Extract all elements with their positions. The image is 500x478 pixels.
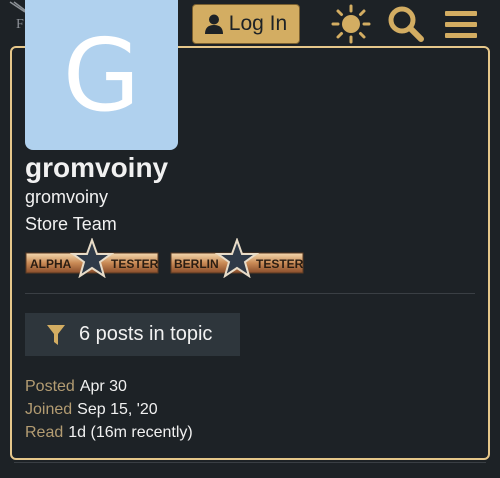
sun-icon[interactable] bbox=[331, 4, 371, 44]
stat-joined: Joined Sep 15, '20 bbox=[25, 401, 158, 419]
posts-in-topic-label: 6 posts in topic bbox=[79, 323, 213, 345]
stat-value: 1d (16m recently) bbox=[68, 424, 193, 441]
badge-right-text: TESTER bbox=[111, 257, 159, 271]
badge-right-text: TESTER bbox=[256, 257, 304, 271]
stat-label: Posted bbox=[25, 378, 75, 395]
hamburger-menu-icon[interactable] bbox=[441, 4, 481, 44]
user-icon bbox=[204, 14, 223, 34]
stat-label: Read bbox=[25, 424, 64, 441]
user-full-name: gromvoiny bbox=[25, 187, 109, 207]
search-icon[interactable] bbox=[386, 4, 426, 44]
avatar[interactable]: G bbox=[25, 0, 178, 150]
username[interactable]: gromvoiny bbox=[25, 150, 168, 186]
stat-posted: Posted Apr 30 bbox=[25, 378, 127, 396]
stat-value: Sep 15, '20 bbox=[77, 401, 158, 418]
badge-left-text: ALPHA bbox=[30, 257, 72, 271]
login-button[interactable]: Log In bbox=[192, 4, 300, 44]
stat-value[interactable]: Apr 30 bbox=[80, 378, 127, 395]
posts-in-topic-button[interactable]: 6 posts in topic bbox=[25, 313, 240, 356]
avatar-letter: G bbox=[62, 16, 141, 134]
berlin-tester-badge[interactable]: BERLIN TESTER bbox=[170, 238, 304, 278]
stat-read: Read 1d (16m recently) bbox=[25, 424, 193, 442]
user-title: Store Team bbox=[25, 214, 117, 234]
next-post-edge bbox=[14, 462, 486, 478]
filter-icon bbox=[47, 324, 65, 345]
login-label: Log In bbox=[228, 12, 288, 35]
svg-text:F: F bbox=[16, 17, 24, 32]
stat-label: Joined bbox=[25, 401, 73, 418]
alpha-tester-badge[interactable]: ALPHA TESTER bbox=[25, 238, 159, 278]
divider bbox=[25, 293, 475, 294]
badge-left-text: BERLIN bbox=[174, 257, 219, 271]
